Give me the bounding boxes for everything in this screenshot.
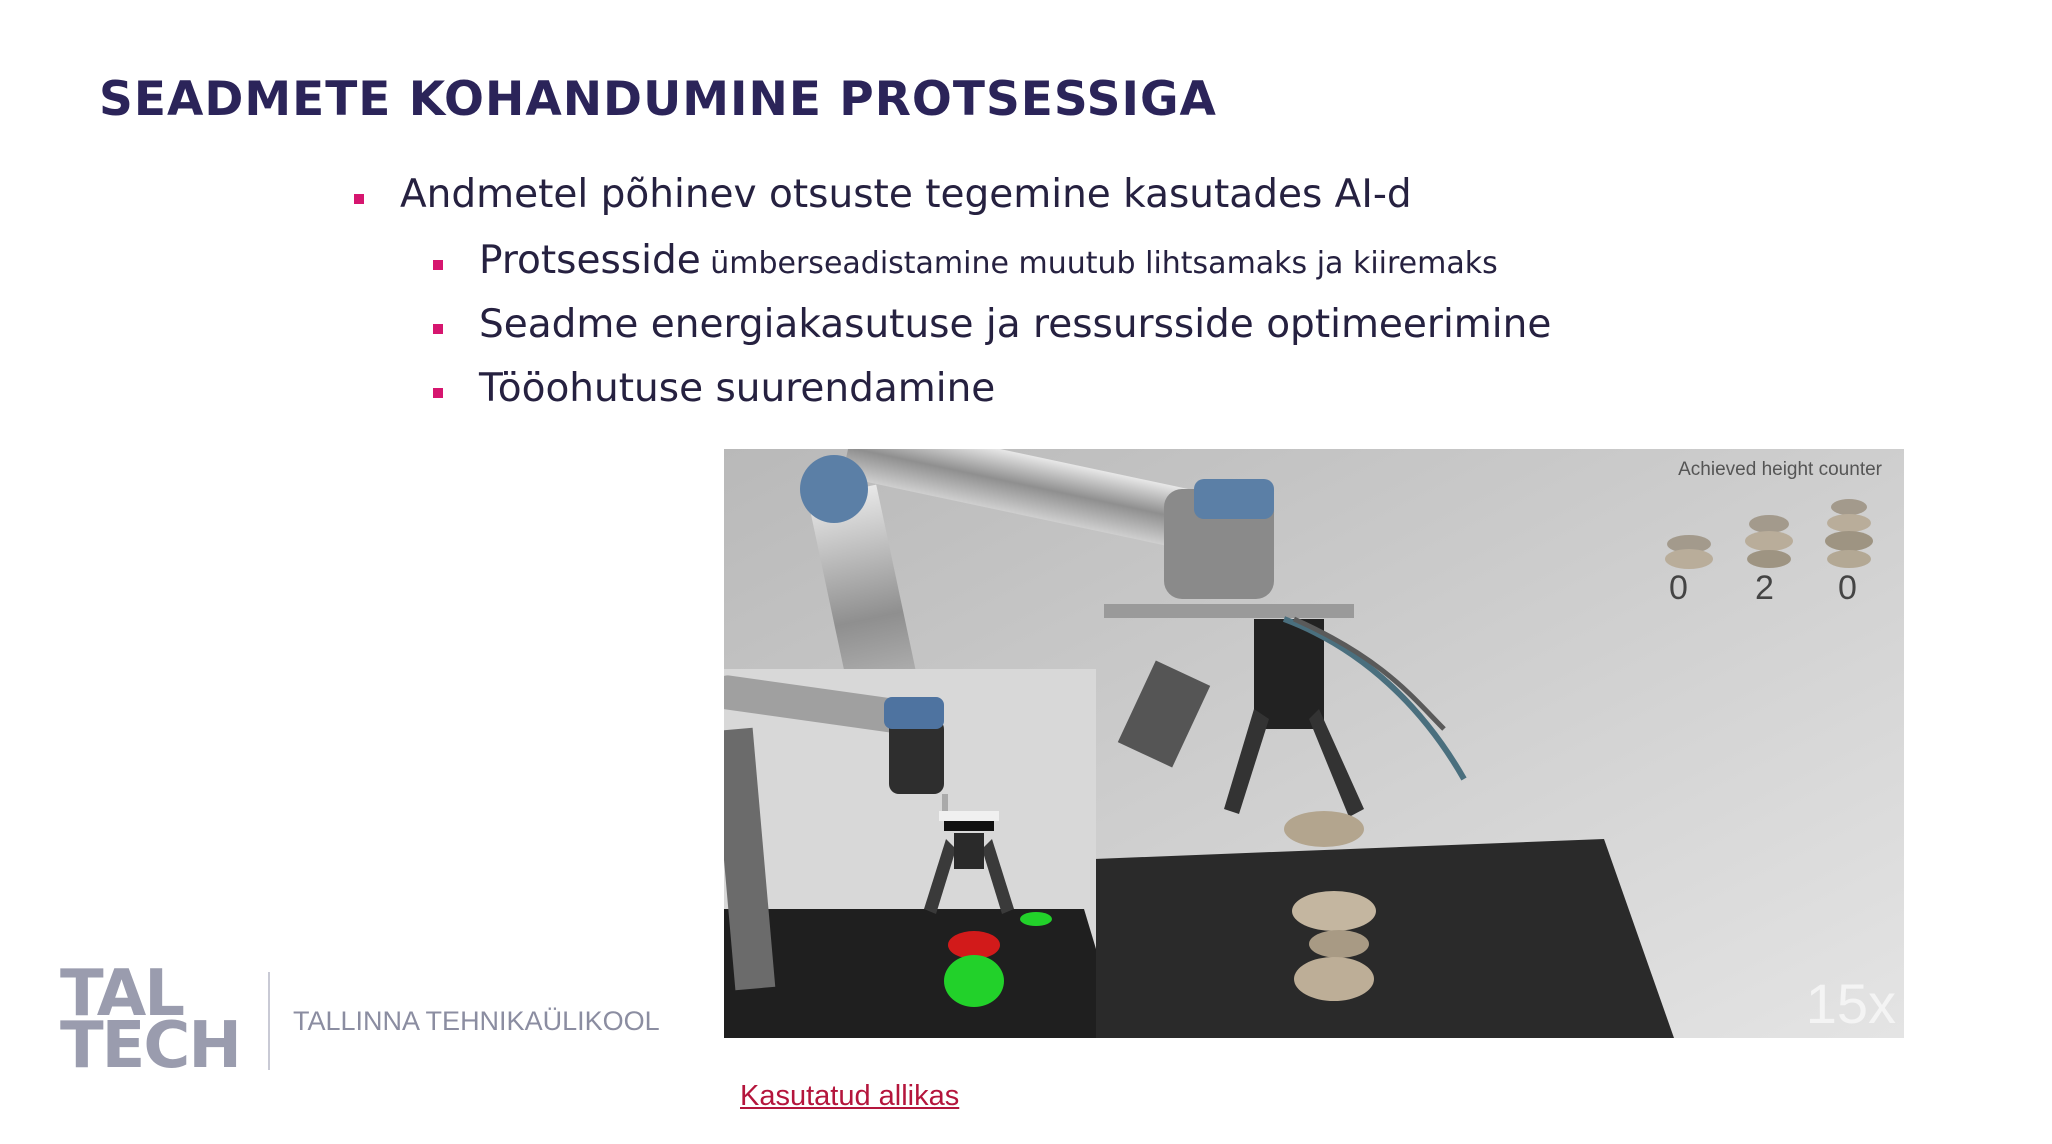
height-count-3: 0: [1838, 569, 1857, 607]
bullet-main: Andmetel põhinev otsuste tegemine kasuta…: [354, 172, 1412, 217]
playback-speed-label: 15x: [1805, 972, 1896, 1035]
bullet-sub-1-rest: ümberseadistamine muutub lihtsamaks ja k…: [700, 246, 1498, 281]
height-count-2: 2: [1755, 569, 1774, 607]
robot-video[interactable]: Achieved height counter 0 2 0 15x: [724, 449, 1904, 1038]
taltech-logo: TAL TECH: [60, 962, 242, 1083]
bullet-sub-3-text: Tööohutuse suurendamine: [479, 366, 996, 411]
bullet-sub-2-text: Seadme energiakasutuse ja ressursside op…: [479, 302, 1552, 347]
source-link[interactable]: Kasutatud allikas: [740, 1080, 959, 1113]
university-name: TALLINNA TEHNIKAÜLIKOOL: [293, 1006, 660, 1036]
bullet-main-text: Andmetel põhinev otsuste tegemine kasuta…: [400, 172, 1412, 217]
slide-title: SEADMETE KOHANDUMINE PROTSESSIGA: [99, 72, 1217, 127]
bullet-sub-1: Protsesside ümberseadistamine muutub lih…: [433, 238, 1498, 283]
bullet-marker: [433, 388, 443, 398]
bullet-sub-2: Seadme energiakasutuse ja ressursside op…: [433, 302, 1552, 347]
bullet-marker: [433, 260, 443, 270]
robot-scene-illustration: [724, 449, 1904, 1038]
height-counter-label: Achieved height counter: [1678, 459, 1882, 480]
height-count-1: 0: [1669, 569, 1688, 607]
logo-line-2: TECH: [60, 1009, 242, 1083]
bullet-sub-1-lead: Protsesside: [479, 238, 701, 283]
bullet-marker: [354, 194, 364, 204]
bullet-marker: [433, 324, 443, 334]
bullet-sub-3: Tööohutuse suurendamine: [433, 366, 996, 411]
logo-divider: [268, 972, 270, 1070]
